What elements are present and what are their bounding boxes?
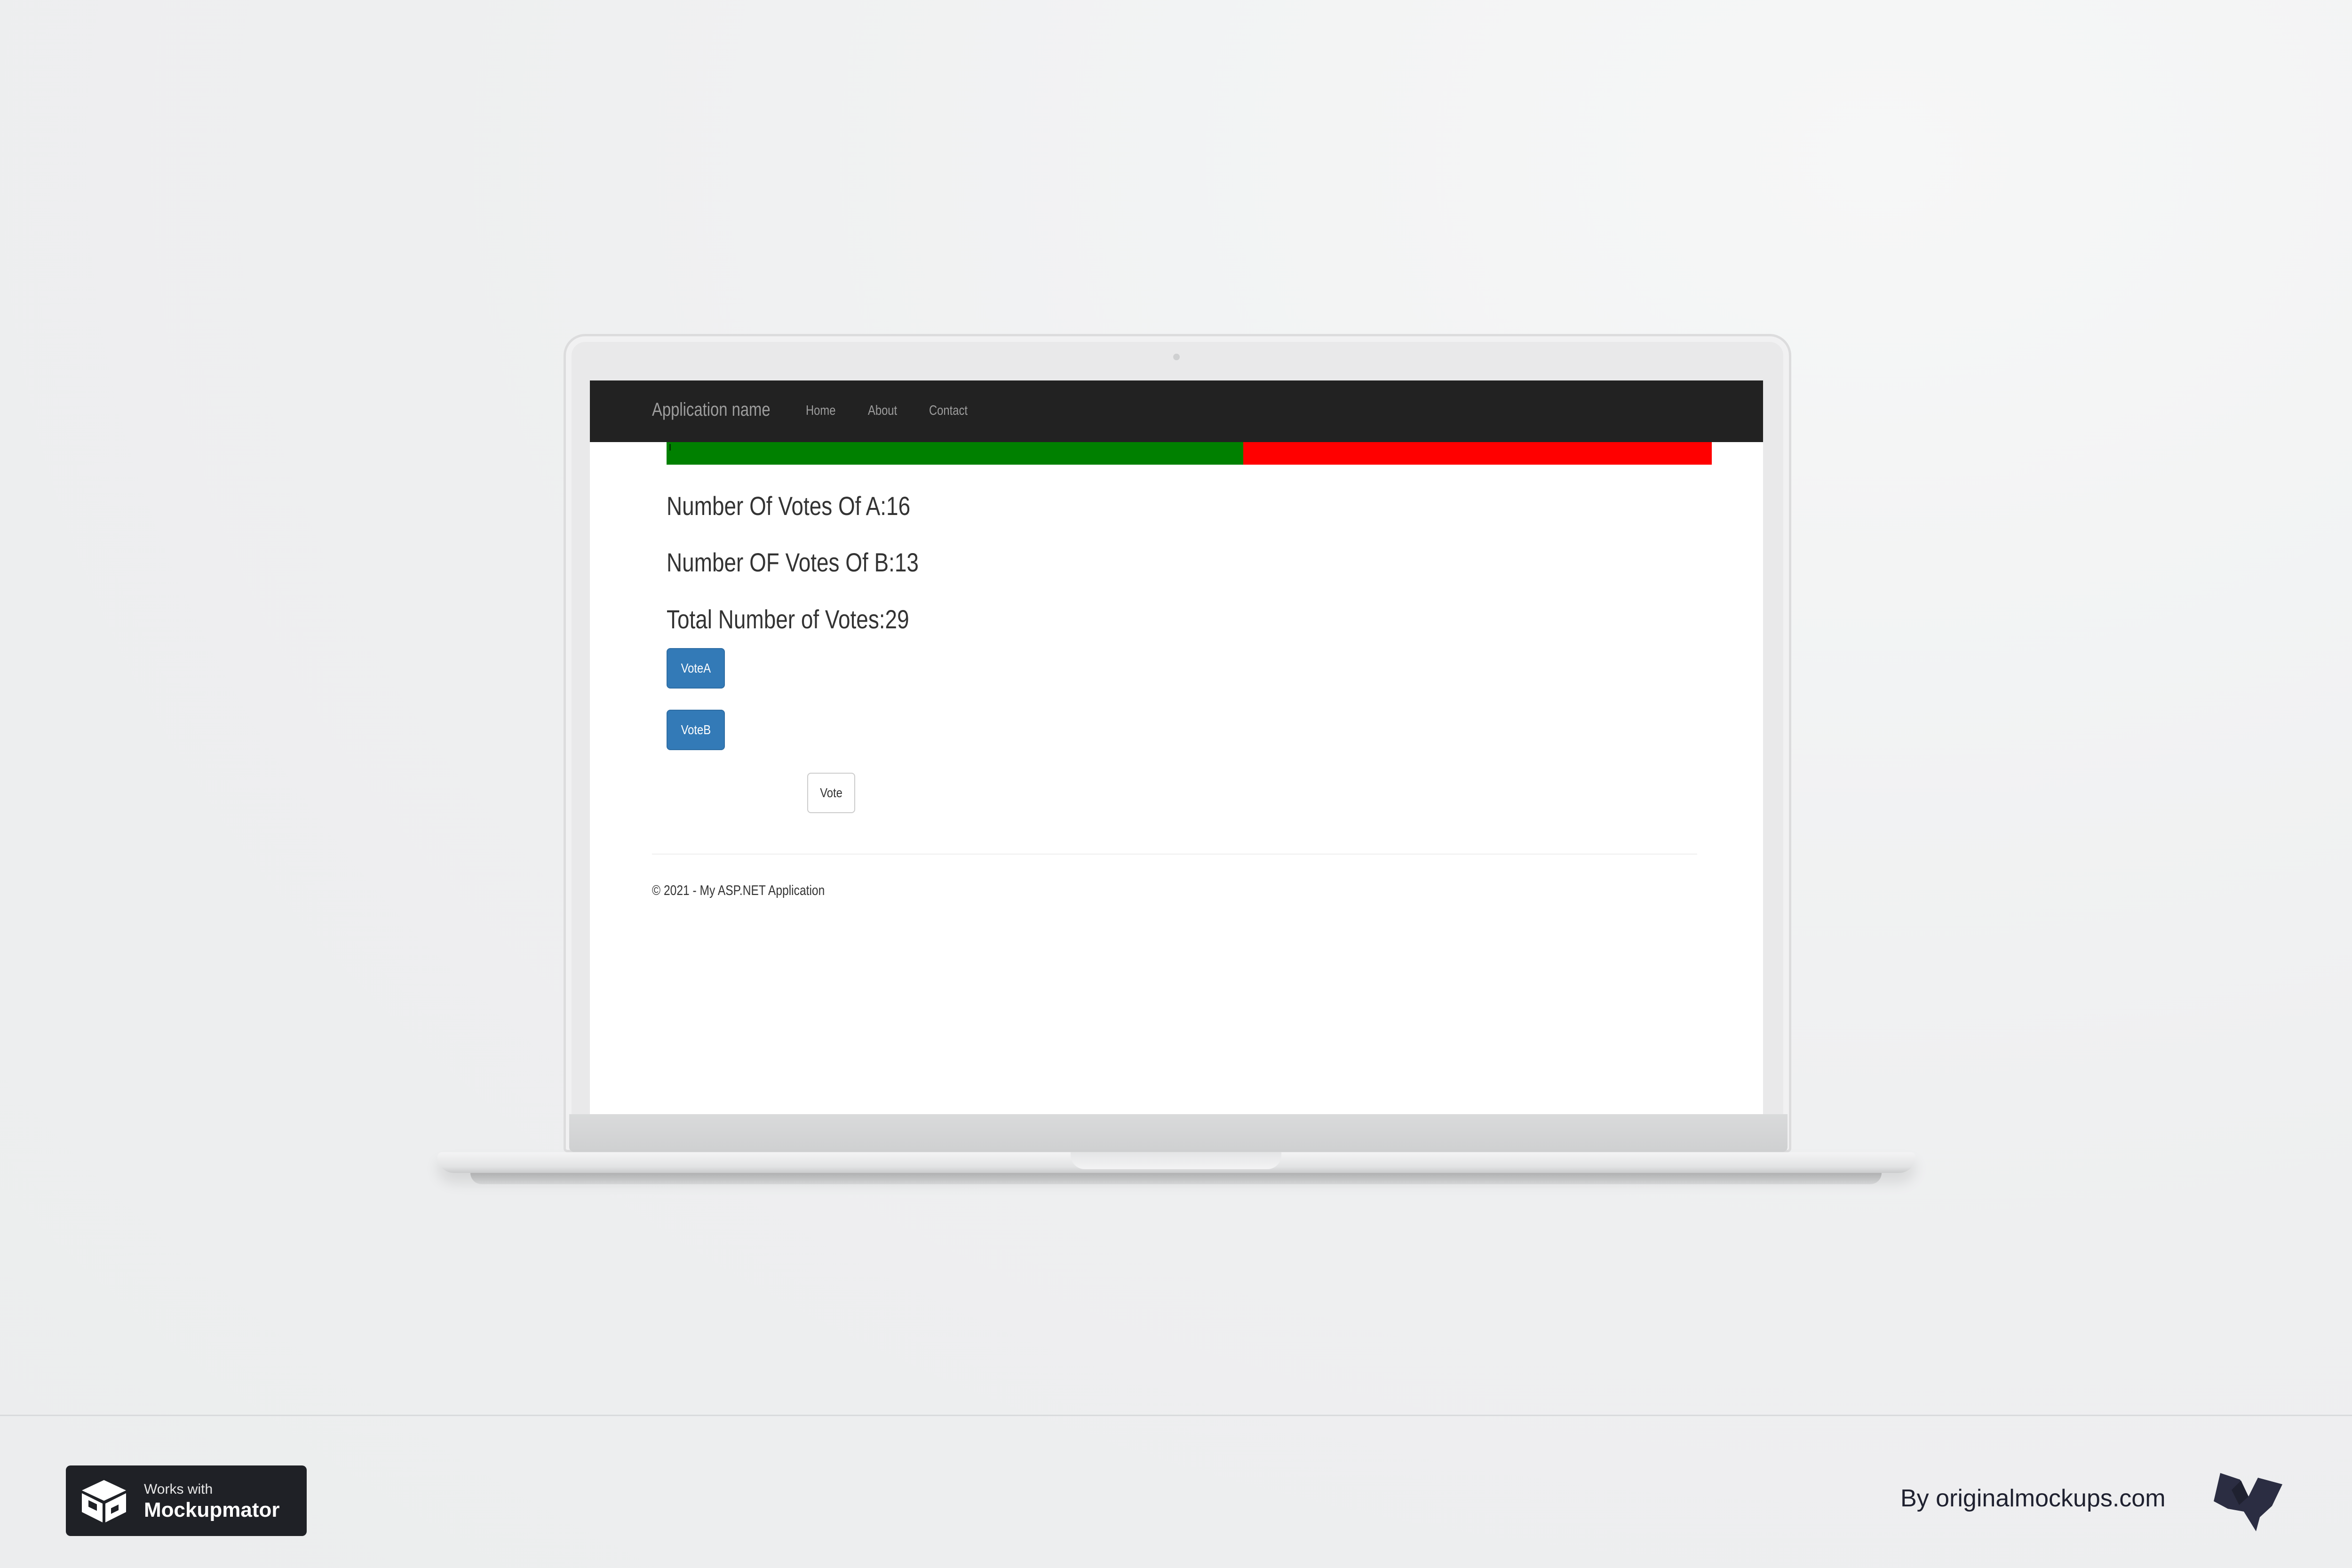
nav-link-contact[interactable]: Contact (929, 403, 968, 419)
mockupmator-box-icon (82, 1480, 126, 1522)
vote-button[interactable]: Vote (807, 773, 855, 813)
vote-bar-a (667, 442, 1243, 465)
votes-a-count: Number Of Votes Of A:16 (667, 491, 911, 521)
mockupmator-badge[interactable]: Works with Mockupmator (66, 1465, 307, 1536)
vote-progress-bar (667, 442, 1712, 465)
vote-b-button-label: VoteB (681, 722, 711, 737)
vote-a-button-label: VoteA (681, 661, 711, 675)
votes-total-count: Total Number of Votes:29 (667, 604, 909, 634)
navbar: Application name Home About Contact (590, 380, 1763, 442)
badge-brand-text: Mockupmator (144, 1498, 280, 1521)
navbar-brand[interactable]: Application name (652, 399, 771, 420)
vote-a-button[interactable]: VoteA (667, 648, 725, 689)
laptop-camera (1173, 354, 1180, 360)
vote-button-label: Vote (820, 785, 842, 800)
originalmockups-logo-icon (2214, 1473, 2282, 1531)
laptop-bezel-bottom (569, 1114, 1788, 1152)
nav-link-home[interactable]: Home (806, 403, 835, 419)
footer-divider-line (0, 1415, 2352, 1416)
nav-link-about[interactable]: About (868, 403, 897, 419)
credit-text[interactable]: By originalmockups.com (1900, 1484, 2166, 1513)
vote-b-button[interactable]: VoteB (667, 710, 725, 750)
badge-small-text: Works with (144, 1481, 213, 1497)
votes-b-count: Number OF Votes Of B:13 (667, 547, 919, 577)
laptop-base-foot (470, 1173, 1882, 1184)
laptop-screen: Application name Home About Contact Numb… (590, 380, 1763, 1114)
footer-copyright: © 2021 - My ASP.NET Application (652, 883, 825, 898)
vote-bar-marker (669, 444, 671, 451)
vote-bar-b (1243, 442, 1712, 465)
footer-divider (652, 854, 1697, 855)
laptop-opening-notch (1071, 1152, 1281, 1169)
